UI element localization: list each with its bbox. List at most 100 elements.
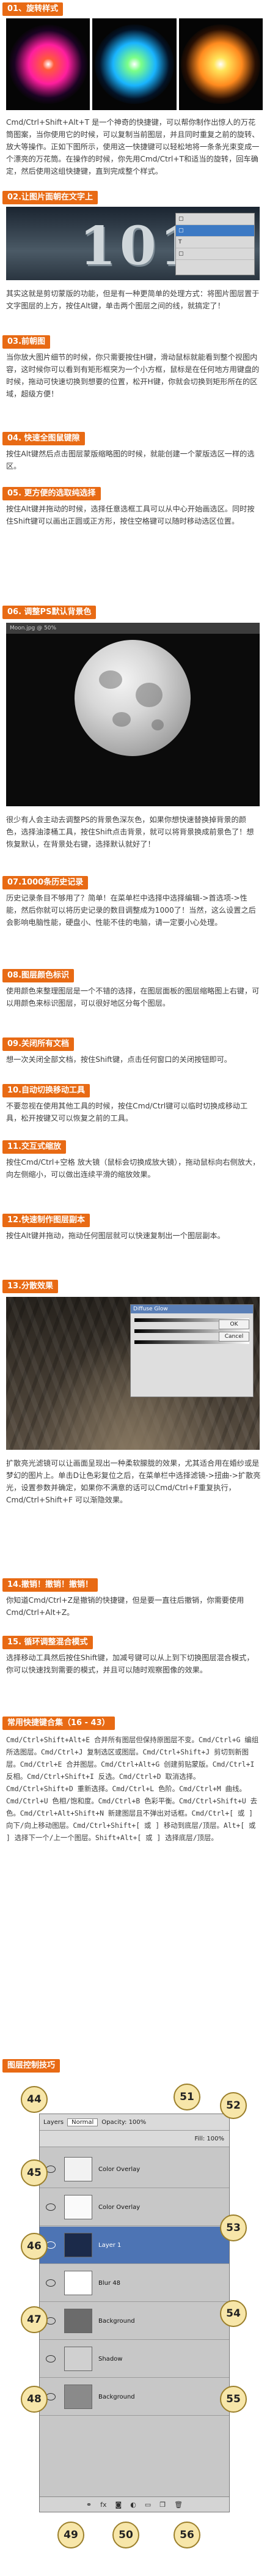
section-heading-layers: 图层控制技巧 bbox=[2, 2059, 60, 2073]
paragraph-09: 想一次关闭全部文档，按住Shift键，点击任何窗口的关闭按钮即可。 bbox=[6, 1055, 232, 1064]
section-heading-09: 09.关闭所有文档 bbox=[2, 1037, 75, 1051]
dialog-title: Diffuse Glow bbox=[131, 1305, 253, 1313]
document-tab: Moon.jpg @ 50% bbox=[6, 623, 260, 634]
layers-panel-footer: ⚭ fx ◙ ◐ ▭ ❐ 🗑 bbox=[40, 2496, 229, 2512]
callout-55: 55 bbox=[220, 2386, 247, 2413]
diffuse-glow-image: Diffuse Glow OK Cancel bbox=[6, 1297, 260, 1450]
layer-thumbnail bbox=[64, 2271, 92, 2295]
adjustment-icon[interactable]: ◐ bbox=[130, 2501, 136, 2509]
paragraph-05: 按住Alt键并拖动的时候，选择任意选框工具可以从中心开始画选区。同时按住Shif… bbox=[6, 505, 255, 525]
mask-icon[interactable]: ◙ bbox=[115, 2501, 122, 2509]
section-heading-14: 14.撤销！撤销！撤销！ bbox=[2, 1578, 98, 1592]
layer-thumbnail bbox=[64, 2157, 92, 2181]
eye-icon[interactable] bbox=[46, 2279, 56, 2287]
section-heading-02: 02.让图片面朝在文字上 bbox=[2, 191, 98, 204]
layer-name: Color Overlay bbox=[98, 2166, 141, 2173]
callout-45: 45 bbox=[21, 2159, 48, 2186]
kaleidoscope-images bbox=[6, 18, 263, 110]
paragraph-11: 按住Cmd/Ctrl+空格 放大镜（鼠标会切换成放大镜），拖动鼠标向右侧放大，向… bbox=[6, 1158, 260, 1179]
layers-mini-panel: ▢ ▢ T ▢ bbox=[175, 213, 255, 275]
dialog-cancel-button[interactable]: Cancel bbox=[219, 1332, 249, 1342]
layer-thumbnail bbox=[64, 2233, 92, 2257]
section-heading-11: 11.交互式缩放 bbox=[2, 1140, 67, 1154]
callout-52: 52 bbox=[220, 2092, 247, 2119]
kaleidoscope-example-2 bbox=[92, 18, 177, 110]
link-icon[interactable]: ⚭ bbox=[86, 2501, 92, 2509]
callout-48: 48 bbox=[21, 2386, 48, 2413]
paragraph-02: 其实这就是剪切蒙版的功能，但是有一种更简单的处理方式：将图片图层置于文字图层的上… bbox=[6, 289, 260, 310]
paragraph-12: 按住Alt键并拖动，拖动任何图层就可以快速复制出一个图层副本。 bbox=[6, 1231, 225, 1240]
callout-50: 50 bbox=[112, 2522, 139, 2548]
folder-icon[interactable]: ▭ bbox=[145, 2501, 151, 2509]
mini-layer-row: ▢ bbox=[176, 213, 254, 225]
paragraph-06: 很少有人会主动去调整PS的背景色深灰色，如果你想快速替换掉背景的颜色，选择油漆桶… bbox=[6, 815, 254, 848]
layer-name: Background bbox=[98, 2317, 135, 2325]
kaleidoscope-example-3 bbox=[178, 18, 263, 110]
paragraph-16-43: Cmd/Ctrl+Shift+Alt+E 合并所有图层但保持原图层不变。Cmd/… bbox=[6, 1735, 259, 1842]
mini-layer-row: T bbox=[176, 237, 254, 248]
callout-51: 51 bbox=[174, 2084, 200, 2110]
section-heading-05: 05. 更方便的选取纯选择 bbox=[2, 487, 101, 500]
callout-47: 47 bbox=[21, 2306, 48, 2333]
paragraph-08: 使用颜色来整理图层是一个不错的选择，在图层面板的图层缩略图上右键，可以用颜色来标… bbox=[6, 987, 260, 1008]
eye-icon[interactable] bbox=[46, 2203, 56, 2211]
layer-row[interactable]: Shadow bbox=[40, 2340, 229, 2378]
layer-row[interactable]: Color Overlay bbox=[40, 2151, 229, 2188]
section-heading-06: 06. 调整PS默认背景色 bbox=[2, 606, 97, 619]
paragraph-15: 选择移动工具然后按住Shift键，加减号键可以从上到下切换图层混合模式，你可以快… bbox=[6, 1654, 254, 1674]
blend-mode-select[interactable]: Normal bbox=[67, 2118, 98, 2126]
section-heading-04: 04. 快速全图鼠键隙 bbox=[2, 432, 85, 445]
layer-row[interactable]: Color Overlay bbox=[40, 2189, 229, 2226]
clipping-text-image: 101 ▢ ▢ T ▢ bbox=[6, 207, 260, 280]
layers-diagram: Layers Normal Opacity: 100% Fill: 100% C… bbox=[21, 2080, 247, 2551]
callout-56: 56 bbox=[174, 2522, 200, 2548]
layers-panel-title: Layers bbox=[43, 2118, 64, 2126]
section-heading-07: 07.1000条历史记录 bbox=[2, 876, 89, 889]
eye-icon[interactable] bbox=[46, 2355, 56, 2363]
moon-graphic bbox=[75, 640, 191, 756]
tutorial-page: 01、旋转样式 Cmd/Ctrl+Shift+Alt+T 是一个神奇的快捷键，可… bbox=[0, 0, 267, 2576]
paragraph-10: 不要忽视在使用其他工具的时候，按住Cmd/Ctrl键可以临时切换成移动工具，松开… bbox=[6, 1102, 248, 1123]
layer-thumbnail bbox=[64, 2385, 92, 2409]
layer-row-selected[interactable]: Layer 1 bbox=[40, 2227, 229, 2264]
section-heading-08: 08.图层颜色标识 bbox=[2, 969, 75, 982]
section-heading-15: 15. 循环调整混合模式 bbox=[2, 1636, 93, 1649]
paragraph-04: 按住Alt键然后点击图层蒙版缩略图的时候，就能创建一个蒙版选区一样的选区。 bbox=[6, 450, 255, 470]
paragraph-14: 你知道Cmd/Ctrl+Z是撤销的快捷键，但是要一直往后撤销，你需要使用Cmd/… bbox=[6, 1596, 244, 1617]
section-heading-13: 13.分散效果 bbox=[2, 1280, 59, 1293]
layers-panel-header: Layers Normal Opacity: 100% bbox=[40, 2114, 229, 2131]
new-layer-icon[interactable]: ❐ bbox=[159, 2501, 166, 2509]
fx-icon[interactable]: fx bbox=[100, 2501, 106, 2509]
layers-fill-row: Fill: 100% bbox=[40, 2131, 229, 2147]
layers-panel: Layers Normal Opacity: 100% Fill: 100% C… bbox=[39, 2114, 230, 2512]
paragraph-01: Cmd/Ctrl+Shift+Alt+T 是一个神奇的快捷键，可以帮你制作出惊人… bbox=[6, 118, 260, 176]
mini-layer-row: ▢ bbox=[176, 248, 254, 260]
layer-thumbnail bbox=[64, 2195, 92, 2219]
layer-row[interactable]: Background bbox=[40, 2378, 229, 2416]
paragraph-03: 当你放大图片细节的时候，你只需要按住H键，滑动鼠标就能看到整个视图内容，这时候你… bbox=[6, 353, 260, 398]
layer-row[interactable]: Background bbox=[40, 2303, 229, 2340]
layer-name: Background bbox=[98, 2393, 135, 2400]
layer-name: Shadow bbox=[98, 2355, 123, 2363]
callout-53: 53 bbox=[220, 2214, 247, 2241]
layer-thumbnail bbox=[64, 2309, 92, 2333]
callout-44: 44 bbox=[21, 2086, 48, 2113]
section-heading-12: 12.快速制作图层副本 bbox=[2, 1214, 90, 1227]
fill-field[interactable]: Fill: 100% bbox=[195, 2136, 225, 2142]
opacity-field[interactable]: Opacity: 100% bbox=[101, 2119, 146, 2126]
callout-46: 46 bbox=[21, 2233, 48, 2260]
layer-name: Layer 1 bbox=[98, 2241, 122, 2249]
section-heading-16-43: 常用快捷键合集（16 - 43） bbox=[2, 1717, 115, 1730]
layer-row[interactable]: Blur 48 bbox=[40, 2265, 229, 2302]
layer-thumbnail bbox=[64, 2347, 92, 2371]
trash-icon[interactable]: 🗑 bbox=[174, 2501, 183, 2509]
callout-49: 49 bbox=[57, 2522, 84, 2548]
dialog-ok-button[interactable]: OK bbox=[219, 1320, 249, 1329]
section-heading-01: 01、旋转样式 bbox=[2, 2, 64, 16]
layer-name: Color Overlay bbox=[98, 2203, 141, 2211]
paragraph-07: 历史记录条目不够用了？简单！在菜单栏中选择中选择编辑->首选项->性能，然后你就… bbox=[6, 894, 256, 927]
kaleidoscope-example-1 bbox=[6, 18, 90, 110]
mini-layer-row-selected: ▢ bbox=[176, 225, 254, 237]
callout-54: 54 bbox=[220, 2300, 247, 2327]
paragraph-13: 扩散亮光滤镜可以让画面呈现出一种柔软朦胧的效果，尤其适合用在婚纱或是梦幻的图片上… bbox=[6, 1459, 261, 1504]
